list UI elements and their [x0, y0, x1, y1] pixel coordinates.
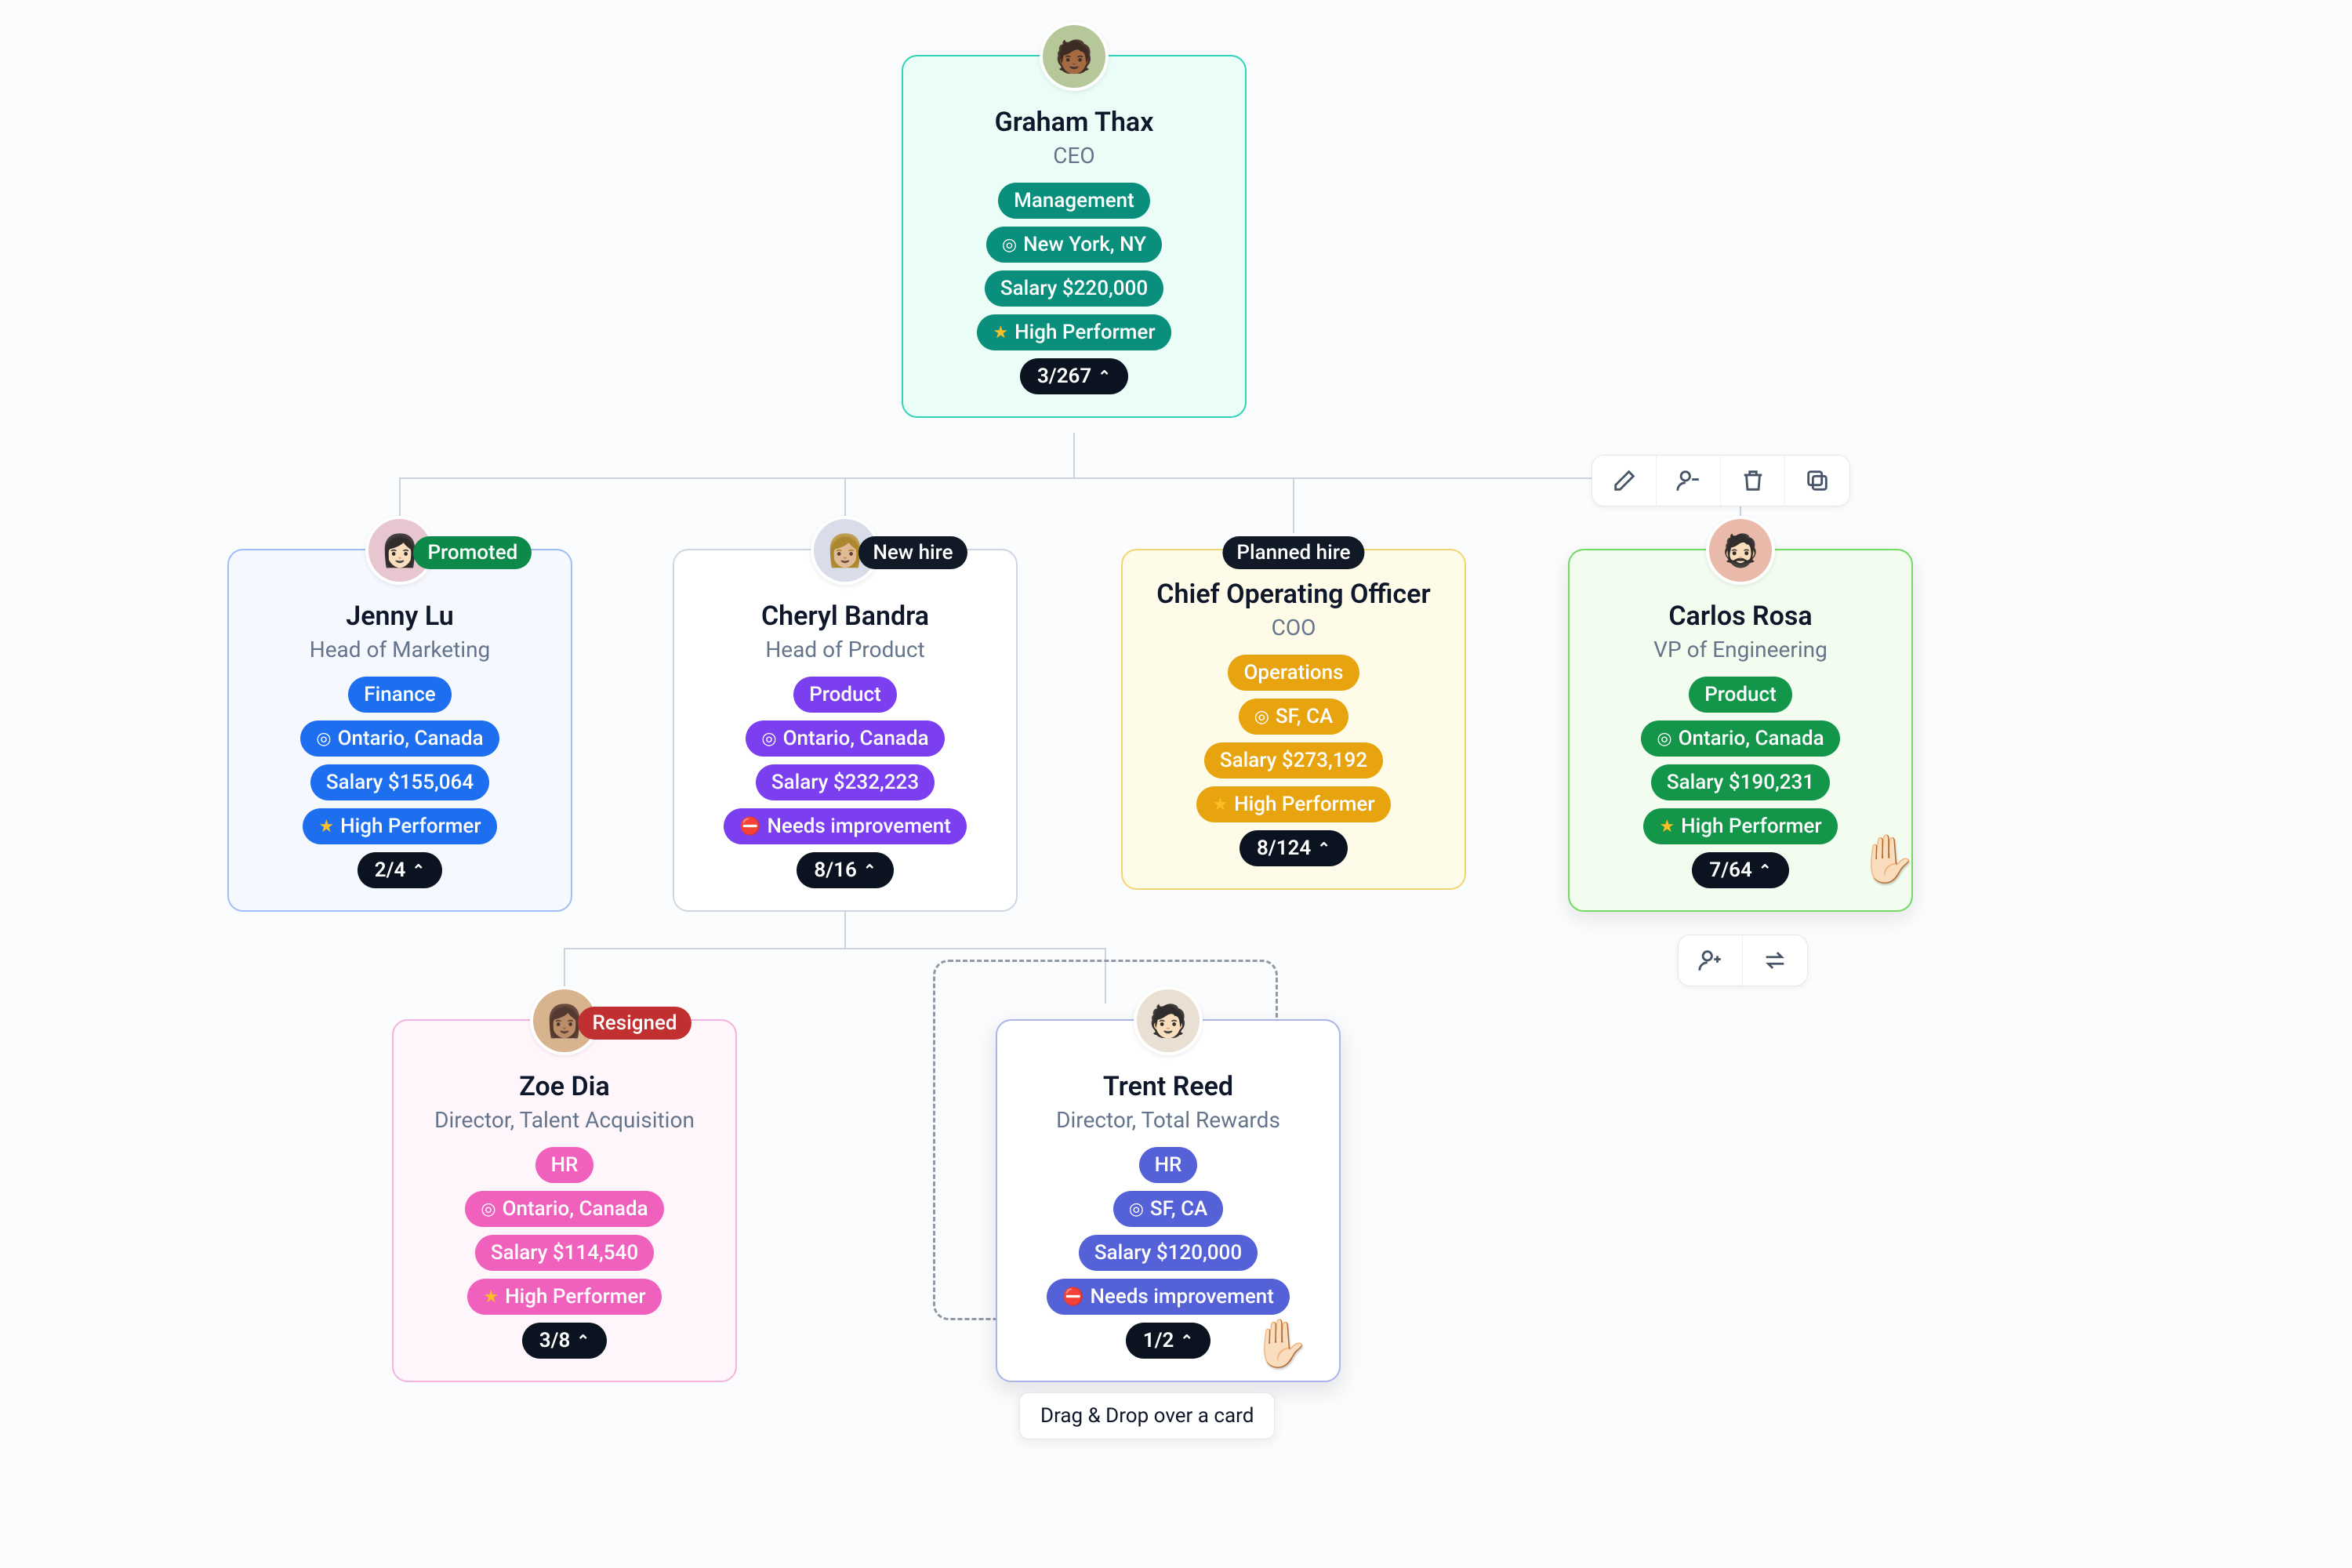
- avatar: 🧑🏻: [1134, 986, 1203, 1055]
- salary-pill: Salary $190,231: [1651, 764, 1830, 800]
- card-jenny-lu[interactable]: 👩🏻 Promoted Jenny Lu Head of Marketing F…: [227, 549, 572, 912]
- location-pill: ◎Ontario, Canada: [300, 720, 499, 757]
- person-role: Head of Product: [765, 637, 924, 662]
- performance-pill: ⛔Needs improvement: [724, 808, 967, 844]
- department-pill: Management: [998, 183, 1150, 219]
- department-pill: Finance: [348, 677, 451, 713]
- swap-icon: [1762, 947, 1788, 974]
- person-role: Director, Total Rewards: [1056, 1107, 1280, 1133]
- department-pill: HR: [535, 1147, 594, 1183]
- salary-pill: Salary $114,540: [475, 1235, 654, 1271]
- reports-count[interactable]: 8/16⌃: [797, 852, 893, 888]
- person-name: Trent Reed: [1103, 1071, 1233, 1102]
- department-pill: Product: [793, 677, 897, 713]
- star-icon: ★: [993, 323, 1008, 343]
- chevron-up-icon: ⌃: [1098, 367, 1111, 386]
- person-role: CEO: [1053, 143, 1094, 169]
- chevron-up-icon: ⌃: [412, 861, 425, 880]
- chevron-up-icon: ⌃: [863, 861, 877, 880]
- add-person-button[interactable]: [1679, 935, 1743, 985]
- chevron-up-icon: ⌃: [1317, 839, 1330, 858]
- salary-pill: Salary $232,223: [756, 764, 935, 800]
- performance-pill: ★High Performer: [467, 1279, 661, 1315]
- status-badge: New hire: [858, 536, 967, 569]
- person-role: Head of Marketing: [310, 637, 491, 662]
- person-role: Director, Talent Acquisition: [434, 1107, 695, 1133]
- location-icon: ◎: [316, 729, 331, 749]
- card-toolbar-top: [1592, 455, 1850, 506]
- card-zoe-dia[interactable]: 👩🏽 Resigned Zoe Dia Director, Talent Acq…: [392, 1019, 737, 1382]
- department-pill: Operations: [1228, 655, 1359, 691]
- trash-icon: [1740, 467, 1766, 494]
- swap-button[interactable]: [1743, 935, 1807, 985]
- star-icon: ★: [1212, 795, 1228, 815]
- status-badge: Resigned: [578, 1007, 691, 1040]
- person-name: Cheryl Bandra: [761, 601, 929, 632]
- star-icon: ★: [1659, 817, 1675, 837]
- reports-count[interactable]: 3/8⌃: [522, 1323, 607, 1359]
- performance-pill: ⛔Needs improvement: [1047, 1279, 1290, 1315]
- person-name: Carlos Rosa: [1668, 601, 1812, 632]
- reports-count[interactable]: 7/64⌃: [1692, 852, 1788, 888]
- person-plus-icon: [1697, 947, 1724, 974]
- person-name: Chief Operating Officer: [1156, 579, 1430, 610]
- location-pill: ◎Ontario, Canada: [465, 1191, 663, 1227]
- performance-pill: ★High Performer: [1643, 808, 1837, 844]
- reports-count[interactable]: 2/4⌃: [358, 852, 442, 888]
- person-name: Jenny Lu: [346, 601, 453, 632]
- card-carlos-rosa[interactable]: 🧔🏻 Carlos Rosa VP of Engineering Product…: [1568, 549, 1913, 912]
- location-icon: ◎: [761, 729, 776, 749]
- chevron-up-icon: ⌃: [1759, 861, 1772, 880]
- location-pill: ◎Ontario, Canada: [746, 720, 944, 757]
- drag-drop-tooltip: Drag & Drop over a card: [1019, 1392, 1275, 1439]
- location-pill: ◎Ontario, Canada: [1641, 720, 1839, 757]
- salary-pill: Salary $155,064: [310, 764, 489, 800]
- remove-person-button[interactable]: [1657, 456, 1721, 506]
- reports-count[interactable]: 3/267⌃: [1020, 358, 1128, 394]
- card-graham-thax[interactable]: 🧑🏾 Graham Thax CEO Management ◎New York,…: [902, 55, 1247, 418]
- location-pill: ◎SF, CA: [1113, 1191, 1224, 1227]
- no-entry-icon: ⛔: [739, 817, 760, 837]
- card-trent-reed[interactable]: 🧑🏻 Trent Reed Director, Total Rewards HR…: [996, 1019, 1341, 1382]
- edit-icon: [1611, 467, 1638, 494]
- performance-pill: ★High Performer: [303, 808, 496, 844]
- card-cheryl-bandra[interactable]: 👩🏼 New hire Cheryl Bandra Head of Produc…: [673, 549, 1018, 912]
- location-icon: ◎: [1657, 729, 1671, 749]
- department-pill: HR: [1139, 1147, 1198, 1183]
- card-coo-planned[interactable]: Planned hire Chief Operating Officer COO…: [1121, 549, 1466, 890]
- reports-count[interactable]: 8/124⌃: [1240, 830, 1348, 866]
- star-icon: ★: [318, 817, 334, 837]
- person-role: COO: [1272, 615, 1316, 641]
- star-icon: ★: [483, 1287, 499, 1307]
- delete-button[interactable]: [1721, 456, 1785, 506]
- person-minus-icon: [1675, 467, 1702, 494]
- location-pill: ◎New York, NY: [986, 227, 1162, 263]
- location-icon: ◎: [1129, 1200, 1144, 1219]
- department-pill: Product: [1689, 677, 1792, 713]
- location-icon: ◎: [1254, 707, 1269, 727]
- status-badge: Planned hire: [1222, 536, 1364, 569]
- no-entry-icon: ⛔: [1062, 1287, 1083, 1307]
- person-name: Graham Thax: [995, 107, 1154, 138]
- copy-icon: [1804, 467, 1831, 494]
- location-icon: ◎: [481, 1200, 495, 1219]
- duplicate-button[interactable]: [1785, 456, 1849, 506]
- performance-pill: ★High Performer: [1196, 786, 1390, 822]
- chevron-up-icon: ⌃: [576, 1331, 590, 1350]
- avatar: 🧔🏻: [1706, 516, 1775, 585]
- performance-pill: ★High Performer: [977, 314, 1171, 350]
- card-toolbar-bottom: [1678, 935, 1808, 986]
- edit-button[interactable]: [1592, 456, 1657, 506]
- person-name: Zoe Dia: [519, 1071, 609, 1102]
- avatar: 🧑🏾: [1040, 22, 1109, 91]
- status-badge: Promoted: [413, 536, 532, 569]
- salary-pill: Salary $273,192: [1204, 742, 1383, 779]
- salary-pill: Salary $120,000: [1079, 1235, 1258, 1271]
- chevron-up-icon: ⌃: [1180, 1331, 1193, 1350]
- location-icon: ◎: [1002, 235, 1017, 255]
- salary-pill: Salary $220,000: [985, 270, 1163, 307]
- person-role: VP of Engineering: [1653, 637, 1828, 662]
- location-pill: ◎SF, CA: [1239, 699, 1349, 735]
- reports-count[interactable]: 1/2⌃: [1126, 1323, 1210, 1359]
